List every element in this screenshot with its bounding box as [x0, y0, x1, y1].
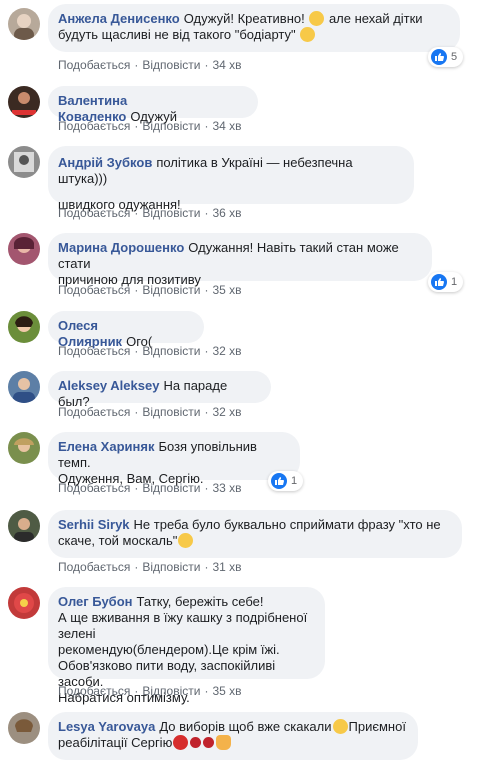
like-link[interactable]: Подобається: [58, 684, 130, 698]
comment-text: реабілітації Сергію: [58, 735, 173, 750]
comment-text: Одужуй! Креативно!: [183, 11, 309, 26]
avatar[interactable]: [8, 432, 40, 464]
reactions-count[interactable]: 5: [428, 47, 464, 67]
like-link[interactable]: Подобається: [58, 481, 130, 495]
comment-author[interactable]: Елена Хариняк: [58, 439, 154, 454]
comment-bubble: Андрій Зубков політика в Україні — небезп…: [48, 146, 414, 212]
comment-time[interactable]: 34 хв: [212, 58, 241, 72]
comment-author[interactable]: Марина Дорошенко: [58, 240, 184, 255]
avatar[interactable]: [8, 311, 40, 343]
comment-text: скаче, той москаль": [58, 533, 178, 548]
reply-link[interactable]: Відповісти: [142, 58, 200, 72]
like-reaction-icon: [431, 49, 447, 65]
like-link[interactable]: Подобається: [58, 405, 130, 419]
like-link[interactable]: Подобається: [58, 58, 130, 72]
like-link[interactable]: Подобається: [58, 119, 130, 133]
comment-bubble: Lesya Yarovaya До виборів щоб вже скакали…: [48, 712, 418, 760]
comment-author[interactable]: Андрій Зубков: [58, 155, 152, 170]
comment-author[interactable]: Aleksey Aleksey: [58, 378, 159, 393]
comment-actions: Подобається · Відповісти · 34 хв: [58, 58, 242, 72]
avatar[interactable]: [8, 510, 40, 542]
comment-actions: Подобається · Відповісти · 35 хв: [58, 684, 242, 698]
avatar[interactable]: [8, 233, 40, 265]
like-link[interactable]: Подобається: [58, 560, 130, 574]
tomato-emoji-icon: [173, 735, 189, 750]
avatar[interactable]: [8, 86, 40, 118]
comment-bubble: Валентина Коваленко Одужуй: [48, 86, 258, 124]
avatar[interactable]: [8, 146, 40, 178]
cherries-emoji-icon: [190, 737, 202, 748]
reply-link[interactable]: Відповісти: [142, 206, 200, 220]
comment-bubble: Serhii Siryk Не треба було буквально спри…: [48, 510, 462, 558]
comment-time[interactable]: 32 хв: [212, 405, 241, 419]
reaction-count: 1: [451, 276, 458, 288]
comment-text: але нехай дітки: [328, 11, 423, 26]
comment-bubble: Олеся Олиярник Ого(: [48, 311, 204, 349]
comment-time[interactable]: 36 хв: [212, 206, 241, 220]
comment-actions: Подобається · Відповісти · 33 хв: [58, 481, 242, 495]
comment-text: Приємної: [348, 719, 406, 734]
grinning-emoji-icon: [332, 719, 348, 734]
reply-link[interactable]: Відповісти: [142, 405, 200, 419]
comment-bubble: Елена Хариняк Бозя уповільнив темп. Одуже…: [48, 432, 300, 486]
reactions-count[interactable]: 1: [428, 272, 464, 292]
reply-link[interactable]: Відповісти: [142, 481, 200, 495]
reply-link[interactable]: Відповісти: [142, 560, 200, 574]
comment-bubble: Олег Бубон Татку, бережіть себе! А ще вжи…: [48, 587, 325, 705]
comment-time[interactable]: 33 хв: [212, 481, 241, 495]
reactions-count[interactable]: 1: [268, 471, 304, 491]
comment-author[interactable]: Олег Бубон: [58, 594, 133, 609]
comment-actions: Подобається · Відповісти · 31 хв: [58, 560, 242, 574]
avatar[interactable]: [8, 8, 40, 40]
comment-author[interactable]: Serhii Siryk: [58, 517, 130, 532]
comment-text: рекомендую(блендером).Це крім їжі.: [58, 642, 280, 657]
like-link[interactable]: Подобається: [58, 283, 130, 297]
reply-link[interactable]: Відповісти: [142, 283, 200, 297]
comment-author[interactable]: Lesya Yarovaya: [58, 719, 155, 734]
comment-bubble: Aleksey Aleksey На параде был?: [48, 371, 271, 409]
avatar[interactable]: [8, 712, 40, 744]
comment-time[interactable]: 35 хв: [212, 684, 241, 698]
comment-text: А ще вживання в їжу кашку з подрібненої …: [58, 610, 311, 641]
like-link[interactable]: Подобається: [58, 206, 130, 220]
comment-bubble: Марина Дорошенко Одужання! Навіть такий с…: [48, 233, 432, 287]
comment-text: будуть щасливі не від такого "бодіарту": [58, 27, 300, 42]
comment-bubble: Анжела Денисенко Одужуй! Креативно! але н…: [48, 4, 460, 52]
comment-actions: Подобається · Відповісти · 32 хв: [58, 405, 242, 419]
like-reaction-icon: [271, 473, 287, 489]
like-link[interactable]: Подобається: [58, 344, 130, 358]
comment-text: До виборів щоб вже скакали: [159, 719, 332, 734]
comment-time[interactable]: 34 хв: [212, 119, 241, 133]
comment-author[interactable]: Анжела Денисенко: [58, 11, 180, 26]
comment-actions: Подобається · Відповісти · 36 хв: [58, 206, 242, 220]
comment-time[interactable]: 31 хв: [212, 560, 241, 574]
grinning-emoji-icon: [178, 533, 194, 548]
reaction-count: 5: [451, 51, 458, 63]
cherries-emoji-icon: [203, 737, 215, 748]
avatar[interactable]: [8, 371, 40, 403]
reply-link[interactable]: Відповісти: [142, 684, 200, 698]
praying-hands-emoji-icon: [216, 735, 232, 750]
reply-link[interactable]: Відповісти: [142, 344, 200, 358]
comment-text: Татку, бережіть себе!: [136, 594, 264, 609]
reaction-count: 1: [291, 475, 298, 487]
comment-actions: Подобається · Відповісти · 32 хв: [58, 344, 242, 358]
laughing-emoji-icon: [300, 27, 316, 42]
comment-actions: Подобається · Відповісти · 34 хв: [58, 119, 242, 133]
grinning-emoji-icon: [309, 11, 325, 26]
like-reaction-icon: [431, 274, 447, 290]
comment-actions: Подобається · Відповісти · 35 хв: [58, 283, 242, 297]
avatar[interactable]: [8, 587, 40, 619]
comment-text: Не треба було буквально сприймати фразу …: [133, 517, 441, 532]
reply-link[interactable]: Відповісти: [142, 119, 200, 133]
comment-time[interactable]: 35 хв: [212, 283, 241, 297]
comment-time[interactable]: 32 хв: [212, 344, 241, 358]
